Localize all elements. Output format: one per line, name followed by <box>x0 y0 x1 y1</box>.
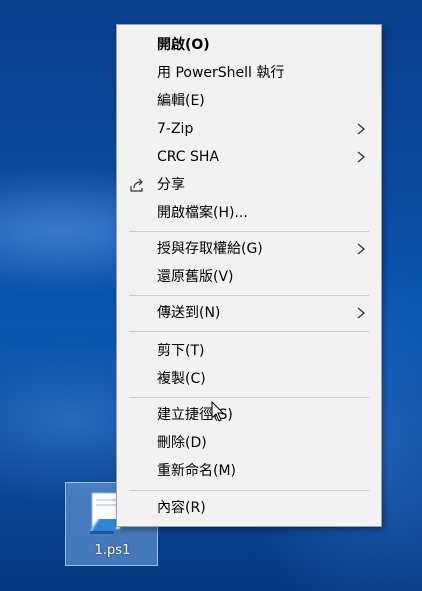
menu-item-run-with-powershell[interactable]: 用 PowerShell 執行 <box>117 59 381 87</box>
menu-item-label: 編輯(E) <box>157 93 205 109</box>
menu-item-label: 傳送到(N) <box>157 305 221 321</box>
menu-item-label: 重新命名(M) <box>157 463 237 479</box>
menu-item-7zip[interactable]: 7-Zip <box>117 115 381 143</box>
menu-item-crc-sha[interactable]: CRC SHA <box>117 143 381 171</box>
menu-item-cut[interactable]: 剪下(T) <box>117 337 381 365</box>
menu-item-delete[interactable]: 刪除(D) <box>117 429 381 457</box>
menu-item-label: 開啟檔案(H)... <box>157 205 248 221</box>
menu-separator <box>129 490 369 491</box>
menu-item-create-shortcut[interactable]: 建立捷徑(S) <box>117 401 381 429</box>
menu-item-label: 7-Zip <box>157 121 194 137</box>
chevron-right-icon <box>357 307 366 319</box>
menu-item-label: 分享 <box>157 177 185 193</box>
chevron-right-icon <box>357 123 366 135</box>
menu-item-open-file[interactable]: 開啟檔案(H)... <box>117 199 381 227</box>
share-icon <box>130 178 143 192</box>
file-name-label: 1.ps1 <box>94 543 131 558</box>
menu-item-label: 用 PowerShell 執行 <box>157 65 285 81</box>
menu-item-edit[interactable]: 編輯(E) <box>117 87 381 115</box>
menu-item-give-access-to[interactable]: 授與存取權給(G) <box>117 235 381 263</box>
menu-item-properties[interactable]: 內容(R) <box>117 494 381 522</box>
menu-item-label: 剪下(T) <box>157 343 205 359</box>
menu-item-label: 複製(C) <box>157 371 206 387</box>
menu-item-rename[interactable]: 重新命名(M) <box>117 457 381 485</box>
menu-separator <box>129 295 369 296</box>
menu-separator <box>129 231 369 232</box>
menu-item-open[interactable]: 開啟(O) <box>117 31 381 59</box>
menu-item-copy[interactable]: 複製(C) <box>117 365 381 393</box>
mouse-pointer-icon <box>211 401 224 422</box>
menu-item-label: 內容(R) <box>157 500 206 516</box>
menu-item-label: CRC SHA <box>157 149 220 165</box>
menu-item-label: 還原舊版(V) <box>157 269 234 285</box>
menu-item-restore-previous-versions[interactable]: 還原舊版(V) <box>117 263 381 291</box>
menu-item-share[interactable]: 分享 <box>117 171 381 199</box>
menu-item-send-to[interactable]: 傳送到(N) <box>117 299 381 327</box>
context-menu: 開啟(O) 用 PowerShell 執行 編輯(E) 7-Zip CRC SH… <box>116 24 382 527</box>
menu-separator <box>129 331 369 332</box>
chevron-right-icon <box>357 243 366 255</box>
menu-item-label: 授與存取權給(G) <box>157 241 263 257</box>
menu-item-label: 開啟(O) <box>157 37 210 53</box>
menu-item-label: 刪除(D) <box>157 435 207 451</box>
menu-separator <box>129 397 369 398</box>
chevron-right-icon <box>357 151 366 163</box>
